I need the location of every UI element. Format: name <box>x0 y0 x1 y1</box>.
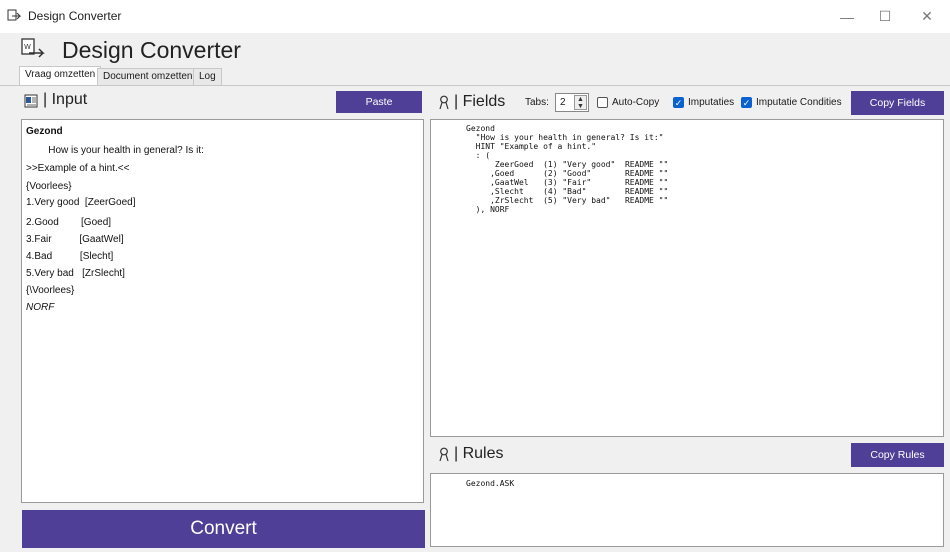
tabs-value: 2 <box>560 97 566 108</box>
page-title: Design Converter <box>62 37 241 63</box>
title-bar: Design Converter — ☐ ✕ <box>0 0 950 33</box>
window-title: Design Converter <box>28 9 122 23</box>
svg-text:W: W <box>24 43 31 51</box>
rules-output-text: Gezond.ASK <box>466 479 515 488</box>
fields-output-text: Gezond "How is your health in general? I… <box>466 124 669 214</box>
fields-title: | Fields <box>454 93 506 110</box>
gear-icon <box>437 94 451 110</box>
rules-output[interactable]: Gezond.ASK <box>430 473 944 547</box>
close-button[interactable]: ✕ <box>904 0 950 33</box>
stepper-arrows-icon[interactable]: ▲ ▼ <box>574 95 587 110</box>
input-line: 5.Very bad [ZrSlecht] <box>26 268 125 279</box>
tabs-label: Tabs: <box>525 97 549 108</box>
paste-button[interactable]: Paste <box>336 91 422 113</box>
document-icon <box>23 93 39 109</box>
app-header: W Design Converter <box>0 33 950 67</box>
tab-log[interactable]: Log <box>193 68 222 85</box>
input-editor[interactable]: Gezond How is your health in general? Is… <box>21 119 424 503</box>
input-line: {Voorlees} <box>26 181 72 192</box>
rules-title: | Rules <box>454 445 504 462</box>
input-title: | Input <box>43 91 88 108</box>
input-line: 2.Good [Goed] <box>26 217 112 228</box>
tabs-stepper[interactable]: 2 ▲ ▼ <box>555 93 589 112</box>
copy-rules-button[interactable]: Copy Rules <box>851 443 944 467</box>
imputaties-label: Imputaties <box>688 97 735 108</box>
tab-vraag-omzetten[interactable]: Vraag omzetten <box>19 66 102 86</box>
convert-button[interactable]: Convert <box>22 510 425 548</box>
input-line: 1.Very good [ZeerGoed] <box>26 197 136 208</box>
imputatie-condities-checkbox[interactable]: ✓ <box>741 97 752 108</box>
imputaties-checkbox[interactable]: ✓ <box>673 97 684 108</box>
input-line: Gezond <box>26 126 63 137</box>
fields-output[interactable]: Gezond "How is your health in general? I… <box>430 119 944 437</box>
input-line: NORF <box>26 302 55 313</box>
gear-icon <box>437 446 451 462</box>
input-line: 4.Bad [Slecht] <box>26 251 114 262</box>
input-line: How is your health in general? Is it: <box>26 145 204 156</box>
maximize-button[interactable]: ☐ <box>862 0 908 33</box>
converter-icon: W <box>20 37 46 63</box>
copy-fields-button[interactable]: Copy Fields <box>851 91 944 115</box>
autocopy-label: Auto-Copy <box>612 97 660 108</box>
tab-document-omzetten[interactable]: Document omzetten <box>97 68 199 85</box>
input-line: 3.Fair [GaatWel] <box>26 234 124 245</box>
input-line: {\Voorlees} <box>26 285 75 296</box>
autocopy-checkbox[interactable] <box>597 97 608 108</box>
app-icon <box>7 9 21 23</box>
imputatie-condities-label: Imputatie Condities <box>756 97 842 108</box>
input-line: >>Example of a hint.<< <box>26 163 130 174</box>
